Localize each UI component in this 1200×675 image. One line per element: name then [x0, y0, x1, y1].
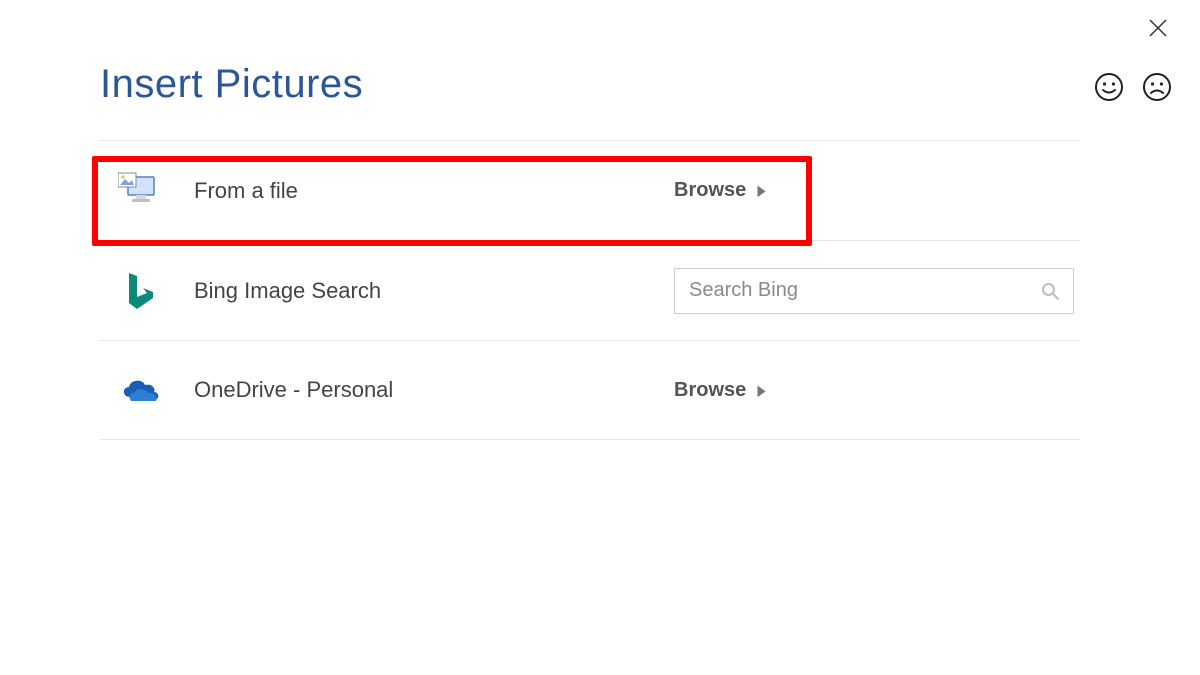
smile-icon	[1094, 72, 1124, 102]
frown-icon	[1142, 72, 1172, 102]
option-bing-label: Bing Image Search	[170, 278, 570, 304]
option-onedrive[interactable]: OneDrive - Personal Browse ▶	[100, 340, 1080, 440]
close-button[interactable]	[1144, 14, 1172, 42]
feedback-buttons	[1094, 72, 1172, 102]
computer-photo-icon	[110, 171, 170, 211]
feedback-frown-button[interactable]	[1142, 72, 1172, 102]
search-icon[interactable]	[1041, 282, 1059, 300]
browse-label: Browse	[674, 379, 746, 402]
bing-search-input[interactable]	[689, 279, 1041, 302]
option-bing[interactable]: Bing Image Search	[100, 240, 1080, 340]
insert-pictures-dialog: Insert Pictures From a file Brows	[0, 0, 1200, 675]
chevron-right-icon: ▶	[758, 182, 766, 199]
chevron-right-icon: ▶	[758, 382, 766, 399]
browse-label: Browse	[674, 179, 746, 202]
option-from-file-label: From a file	[170, 178, 570, 204]
source-list: From a file Browse ▶ Bing Image Search	[100, 140, 1080, 440]
option-from-file[interactable]: From a file Browse ▶	[100, 140, 1080, 240]
option-onedrive-label: OneDrive - Personal	[170, 377, 570, 403]
feedback-smile-button[interactable]	[1094, 72, 1124, 102]
dialog-title: Insert Pictures	[100, 62, 363, 107]
bing-logo-icon	[110, 271, 170, 311]
from-file-browse-link[interactable]: Browse ▶	[674, 179, 767, 202]
onedrive-browse-link[interactable]: Browse ▶	[674, 379, 767, 402]
onedrive-cloud-icon	[110, 375, 170, 405]
bing-search-box[interactable]	[674, 268, 1074, 314]
close-icon	[1148, 18, 1168, 38]
